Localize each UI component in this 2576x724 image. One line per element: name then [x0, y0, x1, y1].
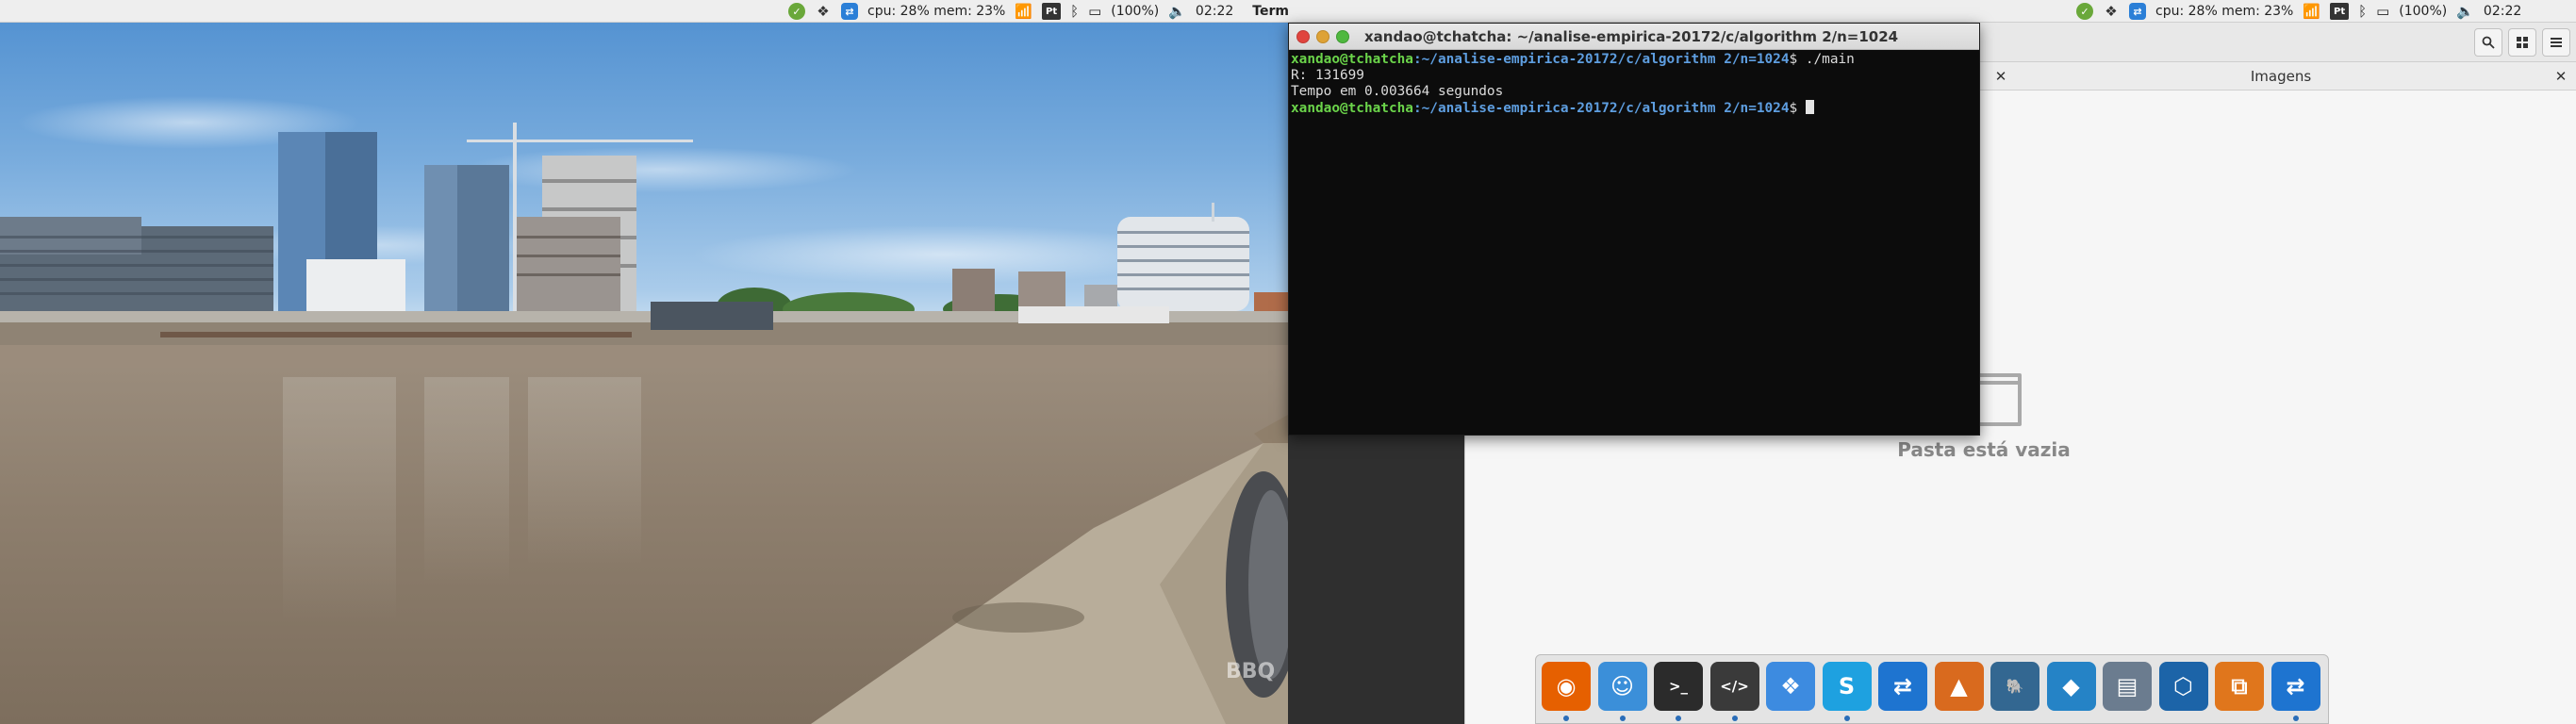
keyboard-layout-indicator[interactable]: Pt — [1042, 3, 1062, 20]
dropbox-icon[interactable]: ❖ — [2103, 3, 2120, 20]
empty-folder-message: Pasta está vazia — [1897, 438, 2071, 461]
desktop: BBQ ✕ Imagens ✕ Pasta está vazia ✓ ❖ ⇄ c… — [0, 0, 2576, 724]
battery-percentage[interactable]: (100%) — [1111, 4, 1159, 19]
tab-close-button-2[interactable]: ✕ — [2550, 62, 2572, 90]
command-text: $ — [1789, 101, 1806, 116]
dock-item-virtualbox[interactable]: ⬡ — [2158, 662, 2208, 711]
running-indicator — [2292, 716, 2299, 721]
prompt-path: :~/analise-empirica-20172/c/algorithm 2/… — [1412, 52, 1790, 67]
skype-icon: S — [1838, 673, 1856, 699]
bluetooth-icon[interactable]: ᛒ — [2358, 3, 2367, 20]
terminal-title: xandao@tchatcha: ~/analise-empirica-2017… — [1364, 28, 1899, 45]
dock-item-mysql-workbench[interactable]: ◆ — [2046, 662, 2096, 711]
wallpaper-left: BBQ — [0, 0, 1288, 724]
finder-icon: ☺ — [1610, 673, 1635, 699]
dock-item-teamviewer-2[interactable]: ⇄ — [2271, 662, 2320, 711]
view-toggle-button[interactable] — [2508, 28, 2536, 57]
clock[interactable]: 02:22 — [1196, 4, 1233, 19]
wifi-icon[interactable]: 📶 — [2303, 3, 2320, 20]
clock[interactable]: 02:22 — [2484, 4, 2521, 19]
running-indicator — [1619, 716, 1626, 721]
dock-item-finder[interactable]: ☺ — [1597, 662, 1647, 711]
matlab-icon: ▲ — [1950, 673, 1968, 699]
teamviewer-icon[interactable]: ⇄ — [2129, 3, 2146, 20]
indicator-area-left: ✓ ❖ ⇄ cpu: 28% mem: 23% 📶 Pt ᛒ ▭ (100%) … — [788, 0, 1316, 23]
virtualbox-icon: ⬡ — [2173, 673, 2193, 699]
teamviewer-2-icon: ⇄ — [2286, 673, 2305, 699]
battery-percentage[interactable]: (100%) — [2399, 4, 2447, 19]
dock-item-firefox[interactable]: ◉ — [1542, 662, 1591, 711]
dock-item-matlab[interactable]: ▲ — [1934, 662, 1984, 711]
keyboard-layout-indicator[interactable]: Pt — [2330, 3, 2350, 20]
search-button[interactable] — [2474, 28, 2502, 57]
terminal-line: xandao@tchatcha:~/analise-empirica-20172… — [1291, 52, 1977, 68]
volume-icon[interactable]: 🔈 — [1168, 3, 1186, 20]
terminal-window[interactable]: xandao@tchatcha: ~/analise-empirica-2017… — [1288, 23, 1980, 436]
wifi-icon[interactable]: 📶 — [1015, 3, 1032, 20]
volume-icon[interactable]: 🔈 — [2456, 3, 2474, 20]
prompt-path: :~/analise-empirica-20172/c/algorithm 2/… — [1412, 101, 1790, 116]
terminal-line: xandao@tchatcha:~/analise-empirica-20172… — [1291, 100, 1977, 117]
update-indicator-icon[interactable]: ✓ — [788, 3, 805, 20]
dock-item-dropbox[interactable]: ❖ — [1766, 662, 1815, 711]
indicator-area-right: ✓ ❖ ⇄ cpu: 28% mem: 23% 📶 Pt ᛒ ▭ (100%) … — [2076, 0, 2521, 23]
bluetooth-icon[interactable]: ᛒ — [1070, 3, 1079, 20]
dropbox-icon: ❖ — [1780, 673, 1801, 699]
diagram-tool-icon: ⧉ — [2231, 673, 2248, 699]
system-monitor-text[interactable]: cpu: 28% mem: 23% — [867, 4, 1005, 19]
text-cursor — [1805, 100, 1814, 114]
command-text: $ ./main — [1789, 52, 1855, 67]
dock-item-diagram-tool[interactable]: ⧉ — [2215, 662, 2264, 711]
prompt-user: xandao@tchatcha — [1291, 52, 1413, 67]
terminal-icon: >_ — [1668, 678, 1689, 695]
tab-imagens[interactable]: Imagens — [2016, 62, 2546, 90]
terminal-output[interactable]: xandao@tchatcha:~/analise-empirica-20172… — [1289, 50, 1979, 435]
close-icon: ✕ — [1994, 68, 2007, 85]
watermark-logo: BBQ — [1226, 660, 1276, 683]
grid-view-icon — [2517, 37, 2528, 48]
prompt-user: xandao@tchatcha — [1291, 101, 1413, 116]
teamviewer-icon[interactable]: ⇄ — [841, 3, 858, 20]
mysql-workbench-icon: ◆ — [2062, 673, 2080, 699]
network-tool-icon: ▤ — [2116, 673, 2138, 699]
tab-close-button-1[interactable]: ✕ — [1990, 62, 2012, 90]
dock: ◉ ☺ >_ </> ❖ S ⇄ ▲ 🐘 ◆ ▤ ⬡ ⧉ ⇄ — [1535, 654, 2329, 724]
terminal-titlebar[interactable]: xandao@tchatcha: ~/analise-empirica-2017… — [1289, 24, 1979, 50]
running-indicator — [1843, 716, 1850, 721]
dropbox-icon[interactable]: ❖ — [815, 3, 832, 20]
dock-item-skype[interactable]: S — [1822, 662, 1872, 711]
close-window-button[interactable] — [1296, 30, 1310, 43]
teamviewer-icon: ⇄ — [1892, 673, 1913, 699]
quay-wall — [283, 377, 1288, 724]
battery-icon[interactable]: ▭ — [1088, 3, 1101, 20]
code-editor-icon: </> — [1720, 678, 1749, 695]
running-indicator — [1563, 716, 1569, 721]
postgresql-icon: 🐘 — [2006, 678, 2024, 695]
tab-label: Imagens — [2250, 68, 2312, 85]
dock-item-postgresql[interactable]: 🐘 — [1990, 662, 2039, 711]
dock-item-terminal[interactable]: >_ — [1654, 662, 1703, 711]
dock-item-code-editor[interactable]: </> — [1709, 662, 1759, 711]
terminal-line: Tempo em 0.003664 segundos — [1291, 84, 1504, 99]
maximize-window-button[interactable] — [1336, 30, 1349, 43]
terminal-line: R: 131699 — [1291, 68, 1364, 83]
dock-item-network-tool[interactable]: ▤ — [2103, 662, 2152, 711]
system-monitor-text[interactable]: cpu: 28% mem: 23% — [2155, 4, 2293, 19]
update-indicator-icon[interactable]: ✓ — [2076, 3, 2093, 20]
search-icon — [2482, 36, 2495, 49]
dock-item-teamviewer[interactable]: ⇄ — [1878, 662, 1927, 711]
running-indicator — [1676, 716, 1681, 721]
hamburger-menu-icon — [2551, 38, 2562, 47]
firefox-icon: ◉ — [1556, 673, 1577, 699]
running-indicator — [1731, 716, 1738, 721]
battery-icon[interactable]: ▭ — [2376, 3, 2389, 20]
minimize-window-button[interactable] — [1316, 30, 1329, 43]
menu-button[interactable] — [2542, 28, 2570, 57]
close-icon: ✕ — [2554, 68, 2568, 85]
